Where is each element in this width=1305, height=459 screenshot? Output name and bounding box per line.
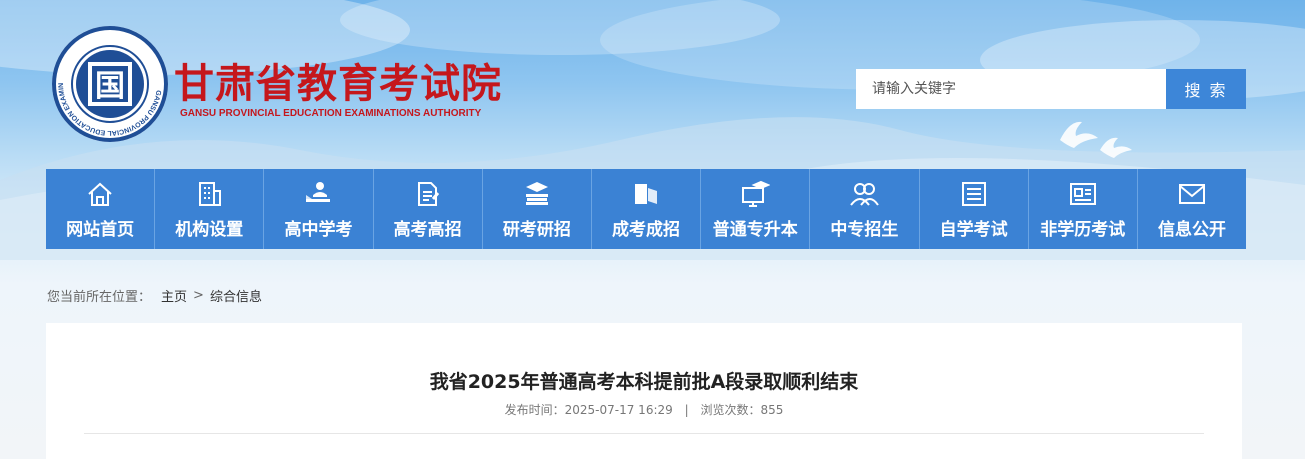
emblem-icon: GANSU PROVINCIAL EDUCATION EXAMINATIONS … [50,24,168,142]
nav-item-upgrade[interactable]: 普通专升本 [701,169,811,249]
breadcrumb-prefix: 您当前所在位置： [47,290,152,305]
building-icon [199,182,222,206]
nav-item-non-degree[interactable]: 非学历考试 [1029,169,1138,249]
nav-label: 成考成招 [612,220,681,240]
monitor-graduation-icon [742,180,771,207]
search-button[interactable]: 搜 索 [1166,69,1246,109]
nav-item-adult-exam[interactable]: 成考成招 [592,169,702,249]
site-subtitle: GANSU PROVINCIAL EDUCATION EXAMINATIONS … [180,108,482,119]
publish-time: 发布时间：2025-07-17 16:29 [504,403,673,417]
nav-item-info-disclosure[interactable]: 信息公开 [1138,169,1246,249]
article-title: 我省2025年普通高考本科提前批A段录取顺利结束 [429,371,859,393]
book-open-icon [635,184,658,204]
nav-item-home[interactable]: 网站首页 [46,169,156,249]
nav-label: 信息公开 [1157,220,1226,240]
nav-label: 研考研招 [502,220,571,240]
nav-label: 机构设置 [175,220,244,240]
nav-item-organization[interactable]: 机构设置 [155,169,265,249]
certificate-icon [1069,183,1096,205]
document-pen-icon [417,182,439,206]
article-panel: 我省2025年普通高考本科提前批A段录取顺利结束 发布时间：2025-07-17… [46,323,1242,459]
home-icon [88,182,112,206]
envelope-icon [1178,184,1205,204]
article-meta: 发布时间：2025-07-17 16:29 | 浏览次数：855 [46,401,1242,418]
people-icon [850,183,880,206]
nav-label: 中专招生 [830,220,899,240]
nav-label: 高考高招 [393,220,462,240]
nav-item-vocational[interactable]: 中专招生 [810,169,920,249]
divider [84,433,1204,434]
breadcrumb-home-link[interactable]: 主页 [161,286,187,305]
breadcrumb: 您当前所在位置： 主页 > 综合信息 [47,286,262,305]
student-desk-icon [306,182,331,202]
view-count: 浏览次数：855 [700,403,784,417]
notebook-icon [961,182,986,206]
nav-item-high-school-exam[interactable]: 高中学考 [264,169,374,249]
nav-item-postgraduate[interactable]: 研考研招 [483,169,592,249]
nav-item-self-study[interactable]: 自学考试 [920,169,1029,249]
svg-text:国: 国 [95,69,125,104]
nav-label: 自学考试 [939,220,1008,240]
search-bar: 搜 索 [856,69,1246,109]
search-input[interactable] [856,69,1166,109]
breadcrumb-current-link[interactable]: 综合信息 [210,286,262,305]
main-nav: 网站首页 机构设置 高中学考 高考高招 研考研招 成考成招 普通专升本 中专招生… [46,169,1246,249]
nav-label: 非学历考试 [1040,220,1126,240]
breadcrumb-separator: > [193,288,204,303]
nav-item-gaokao[interactable]: 高考高招 [374,169,483,249]
books-graduation-icon [525,182,548,205]
meta-separator: | [684,403,689,417]
nav-label: 网站首页 [66,220,135,240]
nav-label: 高中学考 [284,220,353,240]
site-title: 甘肃省教育考试院 [174,61,502,107]
nav-label: 普通专升本 [712,220,798,240]
